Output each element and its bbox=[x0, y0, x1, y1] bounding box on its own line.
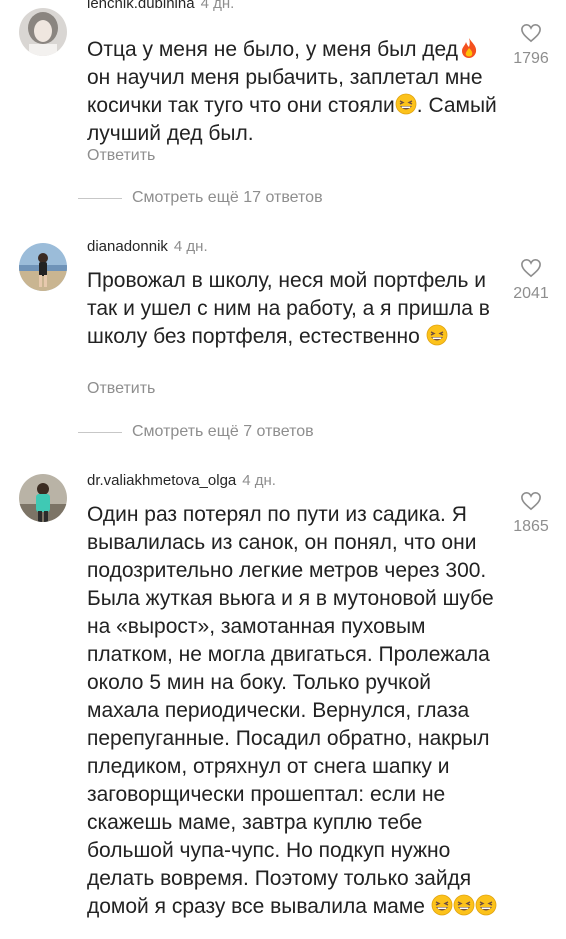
like-button[interactable]: 1865 bbox=[505, 491, 557, 537]
timestamp: 4 дн. bbox=[173, 238, 208, 255]
laughing-emoji-icon bbox=[475, 894, 497, 916]
avatar-photo bbox=[19, 8, 67, 56]
comment-text-part: Один раз потерял по пути из садика. Я вы… bbox=[87, 503, 494, 918]
comment-text: Отца у меня не было, у меня был дед он н… bbox=[87, 36, 502, 148]
laughing-emoji-icon bbox=[395, 93, 417, 115]
comments-feed: lencnik.dubinina 4 дн. Отца у меня не был… bbox=[0, 0, 566, 939]
timestamp: 4 дн. bbox=[200, 0, 235, 12]
comment-meta: dr.valiakhmetova_olga 4 дн. bbox=[87, 472, 276, 490]
reply-button[interactable]: Ответить bbox=[87, 146, 155, 166]
divider-line bbox=[78, 431, 122, 433]
like-button[interactable]: 2041 bbox=[505, 258, 557, 304]
comment-text-part: Отца у меня не было, у меня был дед bbox=[87, 38, 459, 61]
username[interactable]: dianadonnik bbox=[87, 238, 168, 255]
laughing-emoji-icon bbox=[426, 324, 448, 346]
comment-text: Один раз потерял по пути из садика. Я вы… bbox=[87, 501, 502, 921]
like-count: 1865 bbox=[513, 518, 549, 535]
comment-meta: dianadonnik 4 дн. bbox=[87, 238, 208, 256]
laughing-emoji-icon bbox=[453, 894, 475, 916]
timestamp: 4 дн. bbox=[242, 472, 276, 489]
like-count: 2041 bbox=[513, 285, 549, 302]
avatar[interactable] bbox=[19, 8, 67, 56]
avatar-photo bbox=[19, 474, 67, 522]
view-more-replies[interactable]: Смотреть ещё 7 ответов bbox=[78, 422, 314, 442]
avatar-photo bbox=[19, 243, 67, 291]
heart-outline-icon[interactable] bbox=[520, 23, 542, 43]
view-more-replies-label[interactable]: Смотреть ещё 17 ответов bbox=[132, 188, 323, 208]
like-count: 1796 bbox=[513, 50, 549, 67]
reply-button[interactable]: Ответить bbox=[87, 379, 155, 399]
view-more-replies[interactable]: Смотреть ещё 17 ответов bbox=[78, 188, 323, 208]
avatar[interactable] bbox=[19, 474, 67, 522]
like-button[interactable]: 1796 bbox=[505, 23, 557, 69]
heart-outline-icon[interactable] bbox=[520, 491, 542, 511]
divider-line bbox=[78, 197, 122, 199]
comment-meta: lencnik.dubinina 4 дн. bbox=[87, 0, 234, 13]
laughing-emoji-icon bbox=[431, 894, 453, 916]
fire-emoji-icon bbox=[462, 38, 477, 58]
avatar[interactable] bbox=[19, 243, 67, 291]
view-more-replies-label[interactable]: Смотреть ещё 7 ответов bbox=[132, 422, 314, 442]
username[interactable]: lencnik.dubinina bbox=[87, 0, 195, 12]
comment-text: Провожал в школу, неся мой портфель и та… bbox=[87, 267, 502, 351]
username[interactable]: dr.valiakhmetova_olga bbox=[87, 472, 236, 489]
heart-outline-icon[interactable] bbox=[520, 258, 542, 278]
